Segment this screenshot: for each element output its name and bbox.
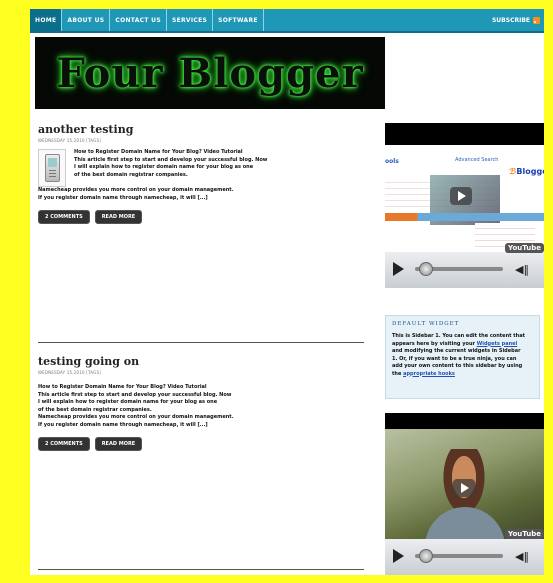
play-icon[interactable] [453, 479, 475, 497]
subscribe-label: SUBSCRIBE [491, 16, 530, 24]
phone-icon [44, 154, 60, 182]
default-widget: DEFAULT WIDGET This is Sidebar 1. You ca… [385, 315, 540, 399]
excerpt-line: I will explain how to register domain na… [74, 164, 254, 170]
comments-button[interactable]: 2 COMMENTS [38, 437, 90, 451]
post-title[interactable]: another testing [38, 123, 364, 136]
excerpt-line: I will explain how to register domain na… [38, 399, 218, 405]
screenshot-tabs [385, 213, 544, 221]
screenshot-link: ools [385, 158, 399, 165]
play-control-icon[interactable] [393, 262, 404, 276]
read-more-button[interactable]: READ MORE [94, 210, 143, 224]
post-actions: 2 COMMENTS READ MORE [38, 437, 364, 451]
site-logo: Four Blogger [56, 49, 364, 97]
post-divider [38, 569, 364, 570]
nav-about-us[interactable]: ABOUT US [62, 9, 111, 31]
widget-line: 1. Or, if you want to be a true ninja, y… [392, 355, 517, 362]
excerpt-line: This article first step to start and dev… [38, 391, 232, 398]
excerpt-line: of the best domain registrar companies. [38, 406, 152, 413]
post-excerpt-continued: Namecheap provides you more control on y… [38, 187, 364, 202]
video-player-2[interactable] [385, 429, 544, 539]
post-1: another testing WEDNESDAY 15,2010 [TAGS]… [38, 123, 364, 224]
widgets-panel-link[interactable]: Widgets panel [477, 341, 518, 347]
widget-text: This is Sidebar 1. You can edit the cont… [392, 333, 533, 378]
video-controls-2: YouTube ◀‖ [385, 529, 544, 575]
youtube-logo[interactable]: YouTube [505, 243, 544, 253]
post-thumbnail[interactable] [38, 149, 66, 187]
post-title[interactable]: testing going on [38, 355, 364, 368]
video-header-bar [385, 123, 544, 145]
volume-icon[interactable]: ◀‖ [515, 550, 529, 563]
nav-services[interactable]: SERVICES [167, 9, 214, 31]
excerpt-line: This article first step to start and dev… [74, 156, 268, 163]
nav-contact-us[interactable]: CONTACT US [110, 9, 167, 31]
video-header-bar [385, 413, 544, 429]
post-body: How to Register Domain Name for Your Blo… [38, 149, 364, 187]
appropriate-hooks-link[interactable]: appropriate hooks [403, 371, 455, 377]
post-meta: WEDNESDAY 15,2010 [TAGS] [38, 370, 101, 375]
widget-title: DEFAULT WIDGET [392, 321, 460, 327]
site-header[interactable]: Four Blogger [35, 37, 385, 109]
widget-line-text: appears here by visiting your [392, 340, 475, 347]
subscribe-link[interactable]: SUBSCRIBE [492, 9, 544, 31]
seek-knob[interactable] [419, 549, 433, 563]
play-control-icon[interactable] [393, 549, 404, 563]
excerpt-line: How to Register Domain Name for Your Blo… [38, 384, 207, 390]
post-meta: WEDNESDAY 15,2010 [TAGS] [38, 138, 101, 143]
post-actions: 2 COMMENTS READ MORE [38, 210, 364, 224]
video-controls-1: YouTube ◀‖ [385, 243, 544, 288]
nav-software[interactable]: SOFTWARE [213, 9, 264, 31]
youtube-logo[interactable]: YouTube [505, 529, 544, 539]
rss-icon [533, 16, 540, 24]
play-icon[interactable] [450, 187, 472, 205]
excerpt-line: Namecheap provides you more control on y… [38, 414, 234, 420]
widget-line: the appropriate hooks [392, 371, 533, 379]
widget-line: This is Sidebar 1. You can edit the cont… [392, 333, 525, 339]
widget-line: appears here by visiting your Widgets pa… [392, 341, 533, 349]
comments-button[interactable]: 2 COMMENTS [38, 210, 90, 224]
widget-line: add your own content to this sidebar by … [392, 363, 523, 369]
excerpt-line: of the best domain registrar companies. [74, 171, 188, 178]
excerpt-line: How to Register Domain Name for Your Blo… [74, 149, 243, 155]
seek-knob[interactable] [419, 262, 433, 276]
post-excerpt: How to Register Domain Name for Your Blo… [74, 149, 267, 187]
nav-home[interactable]: HOME [30, 9, 63, 31]
read-more-button[interactable]: READ MORE [94, 437, 143, 451]
blog-page: HOME ABOUT US CONTACT US SERVICES SOFTWA… [30, 9, 544, 575]
blogger-logo-text: Blogger [516, 167, 544, 176]
top-navigation: HOME ABOUT US CONTACT US SERVICES SOFTWA… [30, 9, 544, 33]
post-excerpt: How to Register Domain Name for Your Blo… [38, 384, 364, 429]
widget-line: and modifying the current widgets in Sid… [392, 348, 521, 354]
excerpt-line: Namecheap provides you more control on y… [38, 187, 234, 193]
blogger-logo: ℬBlogger [509, 167, 544, 176]
widget-line-text: the [392, 370, 402, 377]
excerpt-line: If you register domain name through name… [38, 194, 208, 201]
video-subject-shirt [425, 507, 505, 539]
excerpt-line: If you register domain name through name… [38, 421, 208, 428]
volume-icon[interactable]: ◀‖ [515, 263, 529, 276]
post-divider [38, 342, 364, 343]
post-2: testing going on WEDNESDAY 15,2010 [TAGS… [38, 355, 364, 451]
advanced-search-text: Advanced Search [455, 157, 499, 163]
